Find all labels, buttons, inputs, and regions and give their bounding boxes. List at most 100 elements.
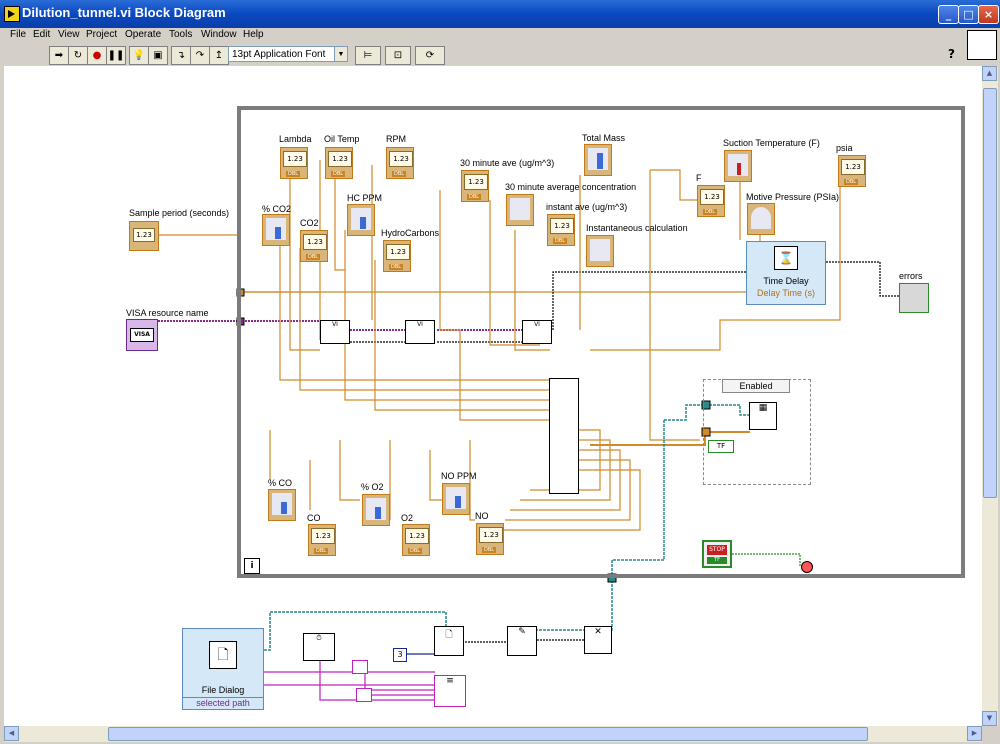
hc-ppm-gauge[interactable]: [347, 204, 375, 236]
scroll-up-icon[interactable]: ▲: [982, 66, 997, 81]
errors-indicator[interactable]: [899, 283, 929, 313]
rpm-value: 1.23: [389, 151, 413, 167]
write-text-file-icon[interactable]: ✎: [507, 626, 537, 656]
format-date-time-node[interactable]: ⏱: [303, 633, 335, 661]
string-constant-2[interactable]: [356, 688, 372, 702]
f-label: F: [696, 173, 702, 183]
dial-face: [751, 207, 771, 229]
dbl-badge: DBL: [286, 171, 301, 177]
f-indicator[interactable]: 1.23 DBL: [697, 185, 725, 217]
sample-period-control[interactable]: 1.23: [129, 221, 159, 251]
scroll-right-icon[interactable]: ▶: [967, 726, 982, 741]
instant-ave-value: 1.23: [550, 218, 574, 234]
co2-value: 1.23: [303, 234, 327, 250]
psia-indicator[interactable]: 1.23 DBL: [838, 155, 866, 187]
thermometer-bar: [737, 163, 741, 175]
thirty-min-ave-indicator[interactable]: 1.23 DBL: [461, 170, 489, 202]
no-indicator[interactable]: 1.23 DBL: [476, 523, 504, 555]
thirty-min-ave-value: 1.23: [464, 174, 488, 190]
hydrocarbons-indicator[interactable]: 1.23 DBL: [383, 240, 411, 272]
file-dialog-label: File Dialog: [201, 685, 245, 695]
hydrocarbons-value: 1.23: [386, 244, 410, 260]
suction-temp-label: Suction Temperature (F): [723, 138, 820, 148]
sample-period-value: 1.23: [133, 228, 155, 242]
total-mass-gauge[interactable]: [584, 144, 612, 176]
horizontal-scrollbar[interactable]: ◀ ▶: [4, 726, 982, 742]
build-array-node[interactable]: [549, 378, 579, 494]
co2-label: CO2: [300, 218, 319, 228]
vertical-scrollbar[interactable]: ▲ ▼: [982, 66, 998, 726]
chart-face: [590, 239, 610, 261]
instant-calc-chart[interactable]: [586, 235, 614, 267]
o2-value: 1.23: [405, 528, 429, 544]
string-constant-1[interactable]: [352, 660, 368, 674]
o2-indicator[interactable]: 1.23 DBL: [402, 524, 430, 556]
gauge-bar: [375, 507, 381, 519]
serial-read-subvi-3[interactable]: VI: [522, 320, 552, 344]
dbl-badge: DBL: [482, 547, 497, 553]
motive-pressure-gauge[interactable]: [747, 203, 775, 235]
gauge-bar: [455, 496, 461, 508]
oil-temp-label: Oil Temp: [324, 134, 360, 144]
instant-ave-indicator[interactable]: 1.23 DBL: [547, 214, 575, 246]
scroll-down-icon[interactable]: ▼: [982, 711, 997, 726]
co-pct-gauge[interactable]: [268, 489, 296, 521]
delay-time-terminal[interactable]: Delay Time (s): [747, 288, 825, 298]
time-delay-express-vi[interactable]: ⌛ Time Delay Delay Time (s): [746, 241, 826, 305]
stop-button-terminal[interactable]: STOP TF: [702, 540, 732, 568]
no-ppm-gauge[interactable]: [442, 483, 470, 515]
numeric-constant-3[interactable]: 3: [393, 648, 407, 662]
dbl-badge: DBL: [703, 209, 718, 215]
co-indicator[interactable]: 1.23 DBL: [308, 524, 336, 556]
instant-ave-label: instant ave (ug/m^3): [546, 202, 628, 212]
errors-label: errors: [899, 271, 923, 281]
rpm-label: RPM: [386, 134, 406, 144]
stop-label: STOP: [707, 545, 727, 555]
selected-path-terminal[interactable]: selected path: [183, 697, 263, 708]
o2-label: O2: [401, 513, 414, 523]
co2-indicator[interactable]: 1.23 DBL: [300, 230, 328, 262]
total-mass-label: Total Mass: [582, 133, 626, 143]
chart-face: [510, 198, 530, 220]
co2-pct-gauge[interactable]: [262, 214, 290, 246]
lambda-indicator[interactable]: 1.23 DBL: [280, 147, 308, 179]
concatenate-strings-node[interactable]: ≡: [434, 675, 466, 707]
o2-pct-gauge[interactable]: [362, 494, 390, 526]
instant-calc-label: Instantaneous calculation: [586, 223, 688, 233]
serial-read-subvi-2[interactable]: VI: [405, 320, 435, 344]
open-file-icon[interactable]: 🗋: [434, 626, 464, 656]
dbl-badge: DBL: [331, 171, 346, 177]
suction-temp-gauge[interactable]: [724, 150, 752, 182]
enabled-selector[interactable]: Enabled: [722, 379, 790, 393]
no-value: 1.23: [479, 527, 503, 543]
loop-condition-terminal[interactable]: [801, 561, 813, 573]
true-constant[interactable]: TF: [708, 440, 734, 453]
time-delay-label: Time Delay: [763, 276, 809, 286]
lambda-value: 1.23: [283, 151, 307, 167]
rpm-indicator[interactable]: 1.23 DBL: [386, 147, 414, 179]
dbl-badge: DBL: [553, 238, 568, 244]
file-dialog-express-vi[interactable]: 🗋 File Dialog selected path: [182, 628, 264, 710]
close-file-icon[interactable]: ✕: [584, 626, 612, 654]
visa-resource-control[interactable]: VISA: [126, 319, 158, 351]
co-pct-label: % CO: [268, 478, 293, 488]
write-spreadsheet-icon[interactable]: ▦: [749, 402, 777, 430]
co-value: 1.23: [311, 528, 335, 544]
dbl-badge: DBL: [392, 171, 407, 177]
loop-iteration-terminal[interactable]: i: [244, 558, 260, 574]
diagram-disable-structure[interactable]: [703, 379, 811, 485]
oil-temp-indicator[interactable]: 1.23 DBL: [325, 147, 353, 179]
scroll-left-icon[interactable]: ◀: [4, 726, 19, 741]
visa-resource-label: VISA resource name: [126, 308, 209, 318]
vertical-scroll-thumb[interactable]: [983, 88, 997, 498]
file-dialog-icon: 🗋: [209, 641, 237, 669]
labview-window: Dilution_tunnel.vi Block Diagram _ □ × F…: [0, 0, 1000, 744]
hc-ppm-label: HC PPM: [347, 193, 383, 203]
thirty-min-conc-chart[interactable]: [506, 194, 534, 226]
sample-period-label: Sample period (seconds): [129, 208, 230, 218]
no-ppm-label: NO PPM: [441, 471, 477, 481]
serial-read-subvi-1[interactable]: VI: [320, 320, 350, 344]
gauge-bar: [360, 217, 366, 229]
gauge-bar: [275, 227, 281, 239]
horizontal-scroll-thumb[interactable]: [108, 727, 868, 741]
